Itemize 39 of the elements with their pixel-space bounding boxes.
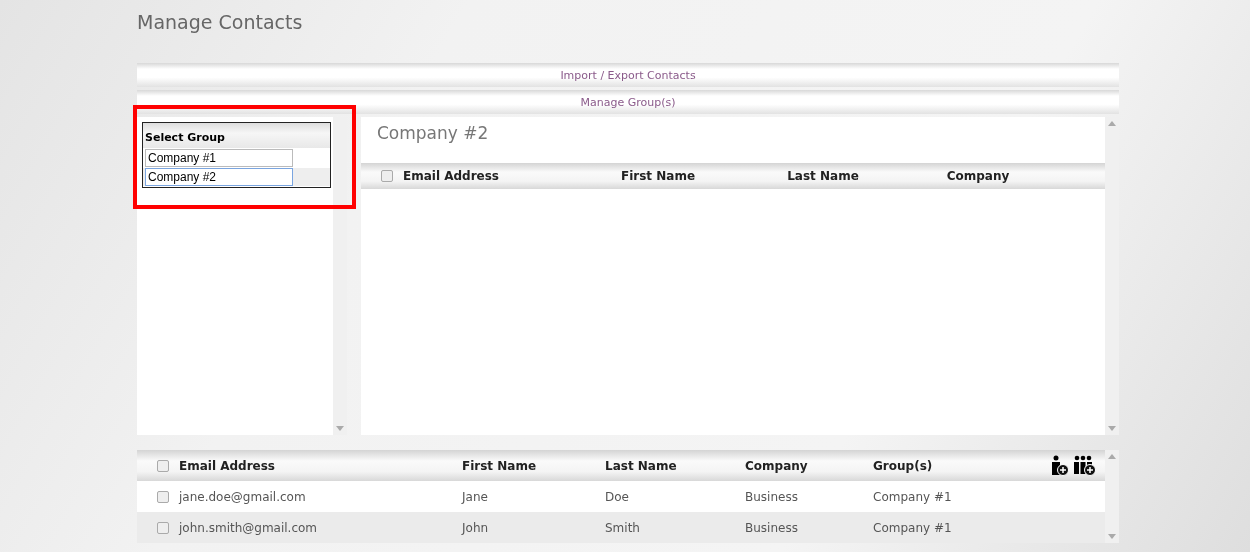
scrollbar[interactable] (1105, 117, 1119, 435)
table-cell-text: Company #1 (873, 520, 953, 535)
table-cell-text: Company #1 (873, 489, 953, 504)
column-header[interactable]: Group(s) (873, 458, 993, 473)
table-cell-text: Business (745, 520, 799, 535)
column-header[interactable]: Company (903, 169, 1053, 183)
checkbox[interactable] (157, 490, 169, 503)
column-header[interactable]: Email Address (179, 458, 462, 473)
table-cell-text: Doe (605, 489, 630, 504)
scroll-down-icon[interactable] (336, 426, 344, 431)
column-header[interactable]: Email Address (403, 169, 573, 183)
group-item[interactable]: Company #1 (145, 149, 293, 167)
scroll-up-icon[interactable] (1108, 121, 1116, 126)
scrollbar[interactable] (1105, 450, 1119, 543)
column-header[interactable]: Company (745, 458, 873, 473)
table-cell-text: John (462, 520, 490, 535)
group-item[interactable]: Company #2 (145, 168, 293, 186)
checkbox[interactable] (157, 521, 169, 534)
checkbox[interactable] (381, 170, 393, 182)
column-header[interactable]: Last Name (743, 169, 903, 183)
scroll-up-icon[interactable] (1108, 454, 1116, 459)
add-group-icon[interactable] (1073, 454, 1097, 477)
table-cell-text: john.smith@gmail.com (179, 520, 319, 535)
menu-bar[interactable]: Manage Group(s) (137, 90, 1119, 114)
scroll-down-icon[interactable] (1108, 426, 1116, 431)
table-cell-text: Smith (605, 520, 641, 535)
scroll-down-icon[interactable] (1108, 534, 1116, 539)
table-cell-text: Jane (462, 489, 489, 504)
checkbox[interactable] (157, 459, 169, 472)
list-header: Select Group (143, 123, 330, 148)
menu-bar[interactable]: Import / Export Contacts (137, 63, 1119, 87)
column-header[interactable]: First Name (462, 458, 605, 473)
page-title: Manage Contacts (137, 10, 304, 35)
column-header[interactable]: First Name (573, 169, 743, 183)
add-person-icon[interactable] (1051, 454, 1069, 477)
table-cell-text: Business (745, 489, 799, 504)
group-title: Company #2 (376, 122, 490, 145)
column-header[interactable]: Last Name (605, 458, 745, 473)
table-cell-text: jane.doe@gmail.com (179, 489, 307, 504)
